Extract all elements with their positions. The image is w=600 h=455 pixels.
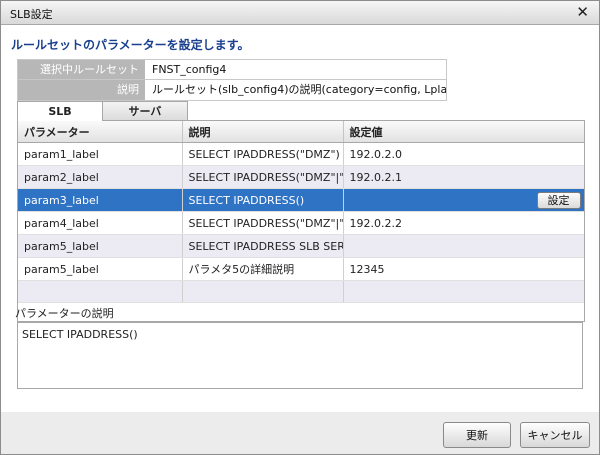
window-title: SLB設定 [10,8,53,21]
empty-cell [18,280,183,303]
table-row-selected[interactable]: param3_label SELECT IPADDRESS() 設定 [18,188,584,212]
param-cell: param1_label [18,142,183,166]
desc-cell: SELECT IPADDRESS SLB SER... [182,234,344,258]
page-heading: ルールセットのパラメーターを設定します。 [11,38,250,52]
value-cell[interactable]: 192.0.2.2 [343,211,584,235]
column-header-value[interactable]: 設定値 [343,121,584,143]
table-row[interactable]: param4_label SELECT IPADDRESS("DMZ"|"...… [18,211,584,235]
grid-header: パラメーター 説明 設定値 [18,121,584,143]
dialog-body: ルールセットのパラメーターを設定します。 選択中ルールセット FNST_conf… [1,25,599,412]
ruleset-description-value: ルールセット(slb_config4)の説明(category=config, … [152,83,446,96]
table-row[interactable]: param5_label パラメタ5の詳細説明 12345 [18,257,584,281]
parameter-description-box: SELECT IPADDRESS() [17,322,583,389]
ruleset-row: 選択中ルールセット FNST_config4 [17,59,447,81]
close-icon[interactable]: ✕ [576,3,589,21]
ruleset-description-label: 説明 [18,80,145,100]
empty-cell [182,280,344,303]
table-row[interactable]: param5_label SELECT IPADDRESS SLB SER... [18,234,584,258]
desc-cell: パラメタ5の詳細説明 [182,257,344,281]
desc-cell: SELECT IPADDRESS() [182,188,344,212]
cancel-button[interactable]: キャンセル [520,422,590,448]
update-button[interactable]: 更新 [443,422,511,448]
parameter-description-label: パラメーターの説明 [15,307,114,320]
ruleset-label: 選択中ルールセット [18,60,145,80]
table-row-empty [18,280,584,303]
param-cell: param3_label [18,188,183,212]
slb-settings-dialog: SLB設定 ✕ ルールセットのパラメーターを設定します。 選択中ルールセット F… [0,0,600,455]
table-row[interactable]: param2_label SELECT IPADDRESS("DMZ"|"...… [18,165,584,189]
desc-cell: SELECT IPADDRESS("DMZ"|"... [182,165,344,189]
value-cell[interactable]: 192.0.2.0 [343,142,584,166]
ruleset-value: FNST_config4 [152,63,227,76]
param-cell: param5_label [18,234,183,258]
value-cell[interactable]: 設定 [343,188,584,212]
desc-cell: SELECT IPADDRESS("DMZ"|"... [182,211,344,235]
title-bar[interactable]: SLB設定 ✕ [1,1,599,25]
tab-server[interactable]: サーバ [102,101,188,120]
param-cell: param2_label [18,165,183,189]
parameter-grid: パラメーター 説明 設定値 param1_label SELECT IPADDR… [17,120,585,322]
tab-slb[interactable]: SLB [17,101,103,121]
empty-cell [343,280,584,303]
table-row[interactable]: param1_label SELECT IPADDRESS("DMZ") 192… [18,142,584,166]
param-cell: param5_label [18,257,183,281]
set-value-button[interactable]: 設定 [536,191,581,209]
value-cell[interactable] [343,234,584,258]
desc-cell: SELECT IPADDRESS("DMZ") [182,142,344,166]
column-header-parameter[interactable]: パラメーター [18,121,183,143]
value-cell[interactable]: 12345 [343,257,584,281]
ruleset-description-row: 説明 ルールセット(slb_config4)の説明(category=confi… [17,79,447,101]
column-header-description[interactable]: 説明 [182,121,344,143]
param-cell: param4_label [18,211,183,235]
value-cell[interactable]: 192.0.2.1 [343,165,584,189]
